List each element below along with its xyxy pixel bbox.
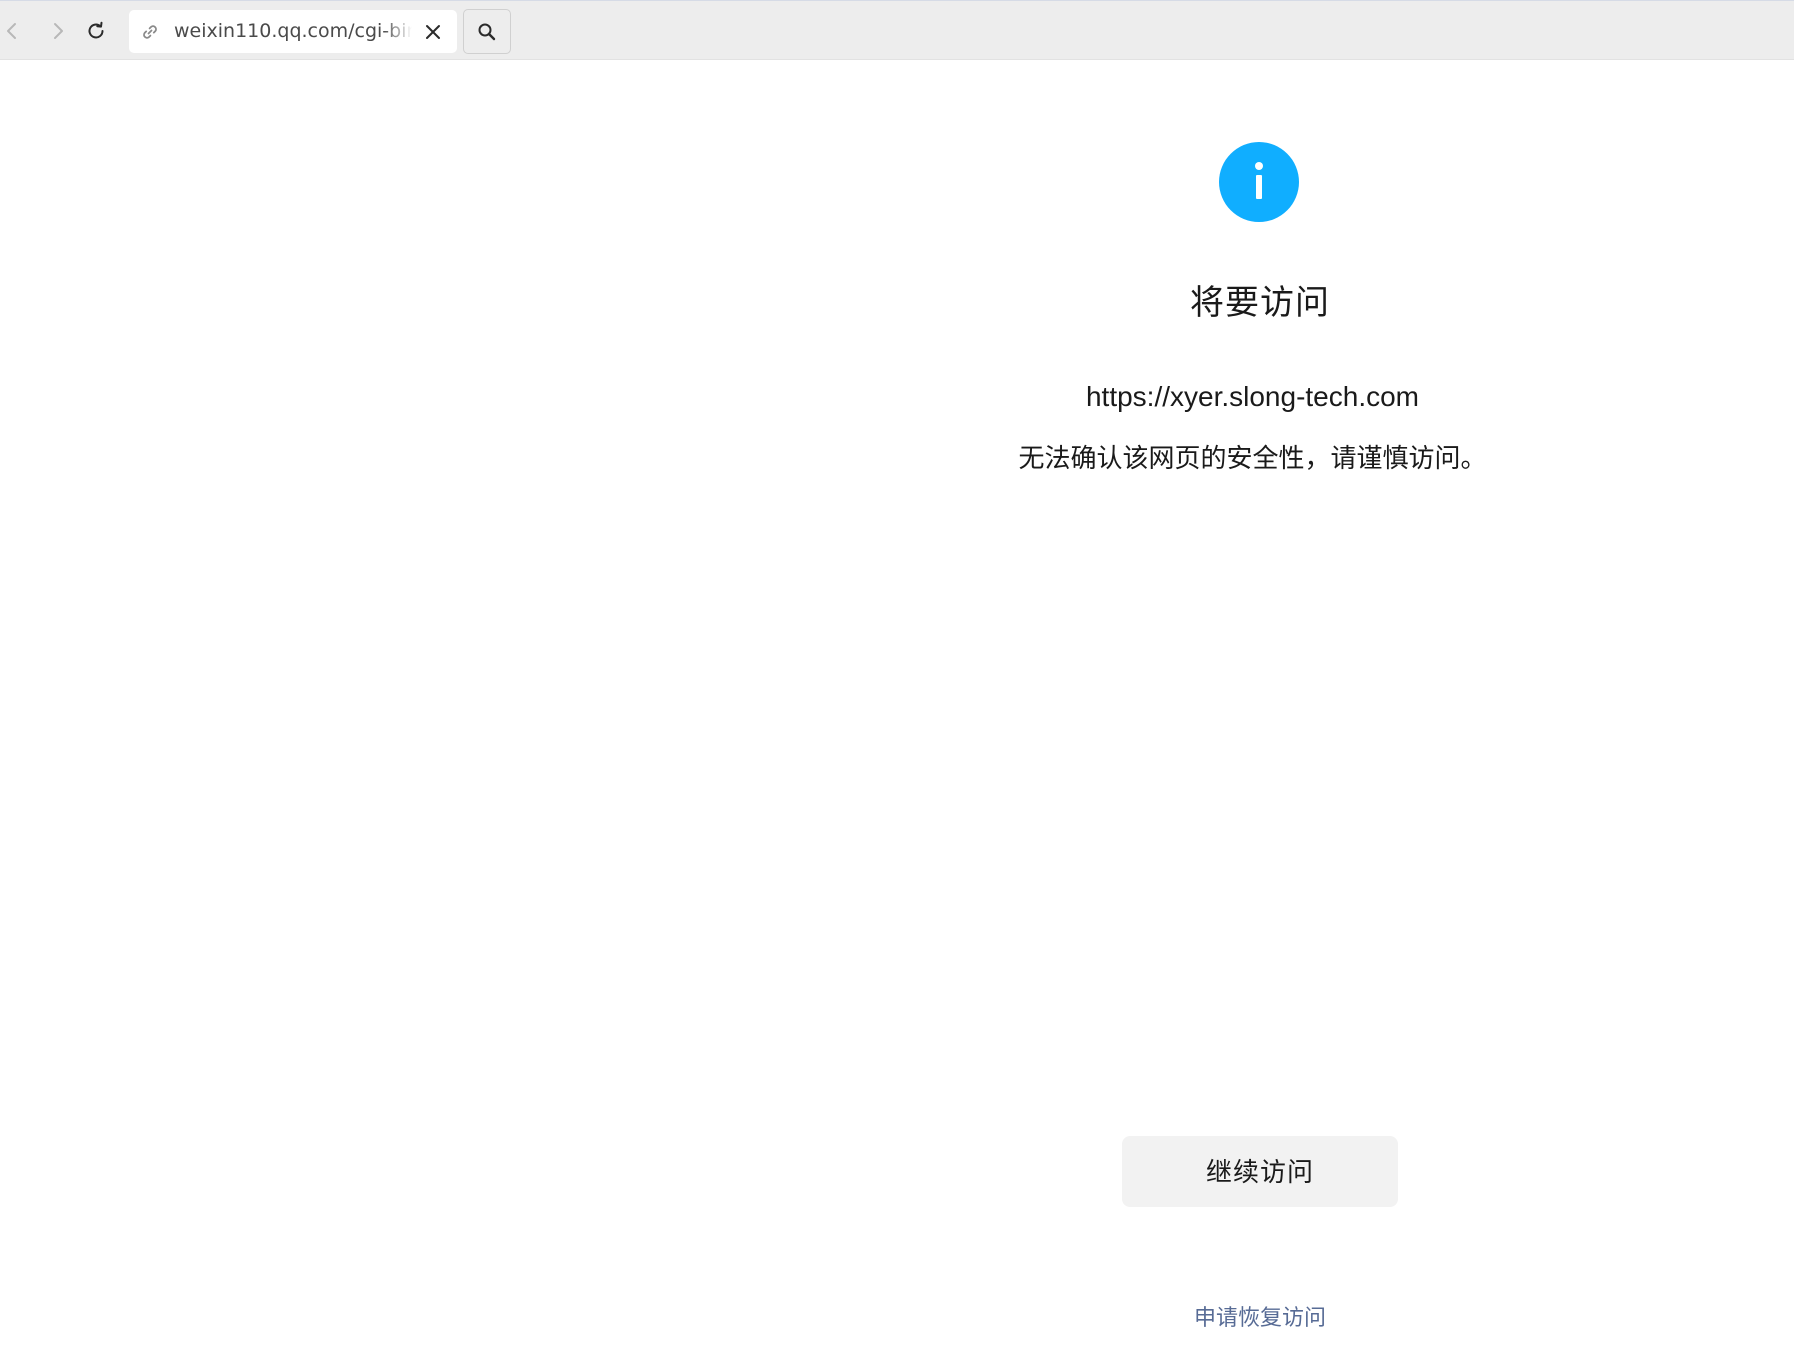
link-icon [143, 25, 157, 39]
close-icon[interactable] [422, 21, 444, 43]
chevron-left-icon [7, 23, 16, 39]
security-warning: 无法确认该网页的安全性，请谨慎访问。 [1018, 444, 1487, 474]
chevron-right-icon [54, 23, 63, 39]
reload-button[interactable] [78, 13, 114, 49]
search-icon [478, 23, 496, 40]
restore-access-link[interactable]: 申请恢复访问 [1110, 1302, 1410, 1336]
browser-toolbar [0, 0, 1794, 60]
reload-icon [88, 21, 104, 39]
search-button[interactable] [463, 9, 511, 54]
info-icon [1219, 142, 1299, 222]
url-input[interactable] [174, 10, 412, 53]
target-url: https://xyer.slong-tech.com [1085, 381, 1420, 412]
page-title: 将要访问 [1190, 283, 1330, 323]
continue-button[interactable]: 继续访问 [1122, 1136, 1398, 1207]
back-button[interactable] [0, 13, 30, 49]
forward-button[interactable] [40, 13, 76, 49]
page-content: 将要访问 https://xyer.slong-tech.com 无法确认该网页… [0, 61, 1794, 1362]
address-bar[interactable] [129, 10, 457, 53]
